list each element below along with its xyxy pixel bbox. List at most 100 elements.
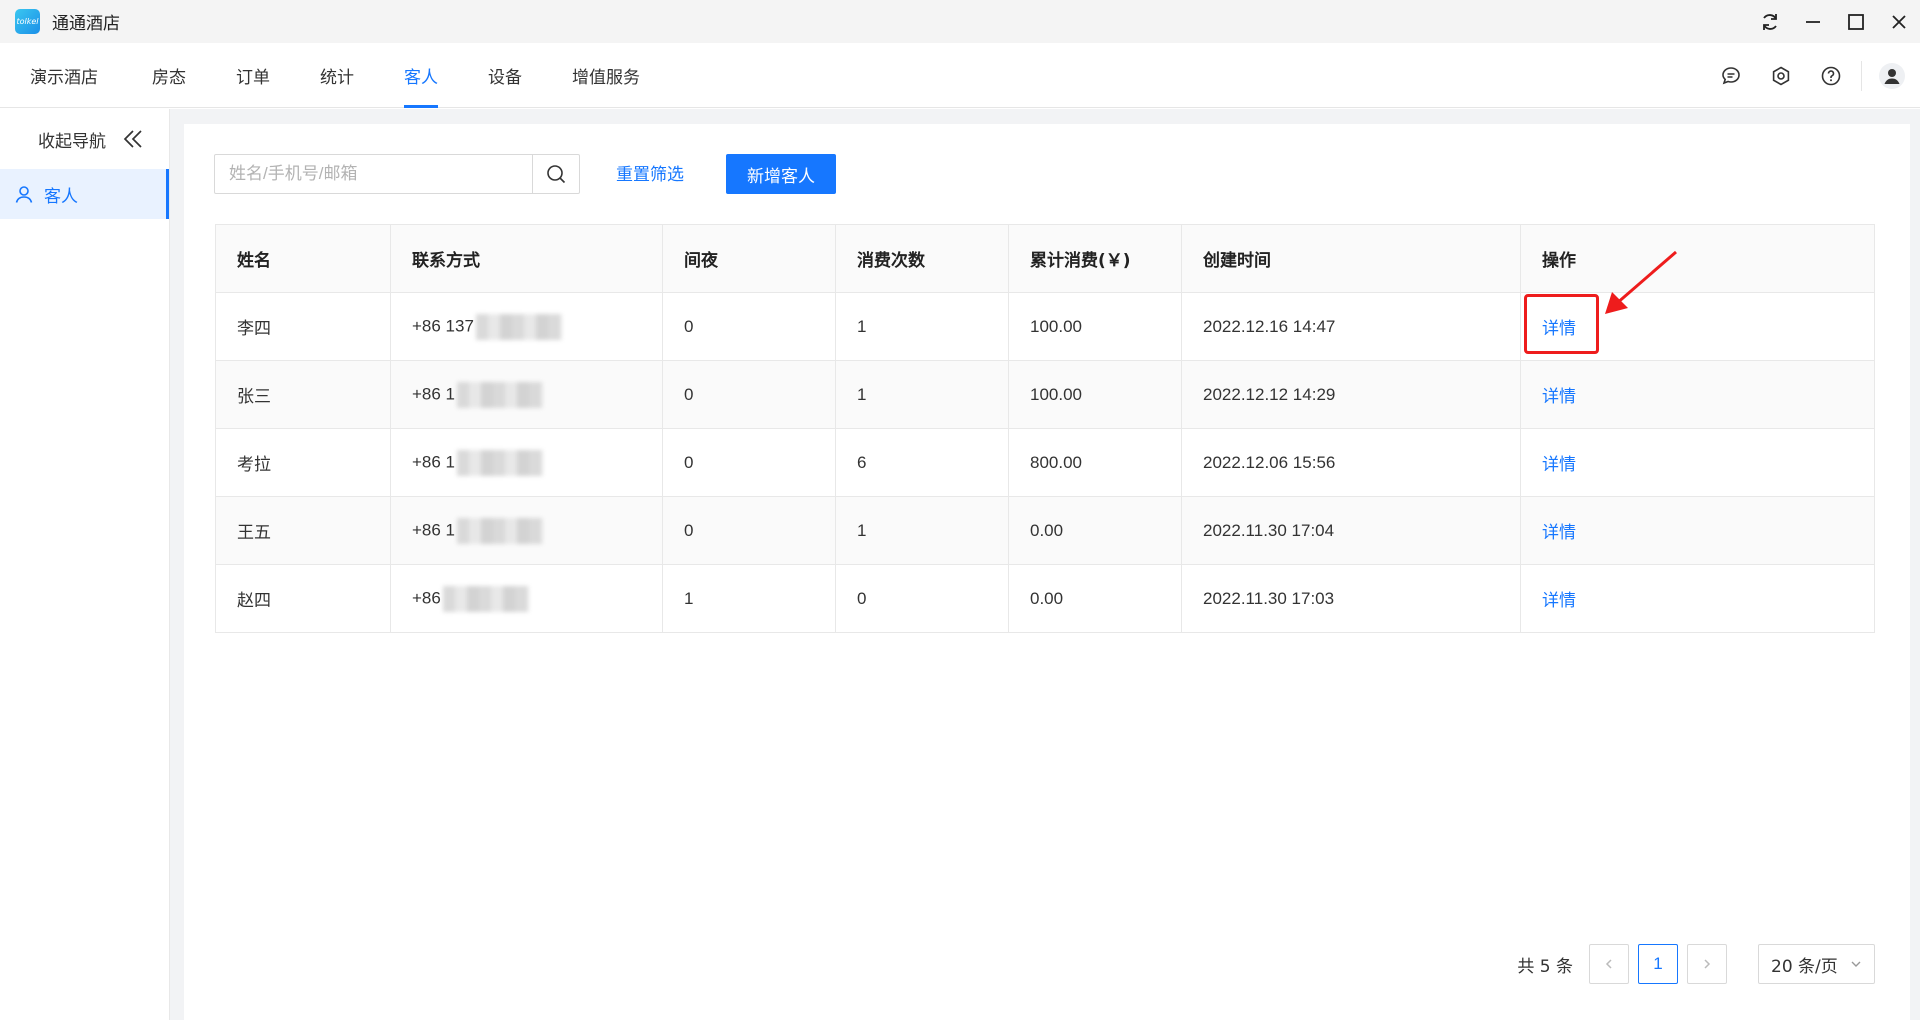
sidebar-item-label: 客人 bbox=[44, 186, 78, 207]
contact-text: +86 137 bbox=[412, 315, 474, 335]
cell-nights: 0 bbox=[662, 360, 836, 429]
column-header-contact: 联系方式 bbox=[390, 224, 663, 293]
chevron-down-icon bbox=[1851, 961, 1861, 967]
cell-visits: 1 bbox=[835, 496, 1009, 565]
app-logo-text: tolkel bbox=[16, 17, 39, 26]
column-header-action: 操作 bbox=[1520, 224, 1875, 293]
cell-contact: +86 137 bbox=[390, 292, 663, 361]
cell-created: 2022.11.30 17:03 bbox=[1181, 564, 1521, 633]
menu-item-guests[interactable]: 客人 bbox=[404, 43, 438, 108]
chevron-left-icon bbox=[1605, 959, 1612, 969]
maximize-icon[interactable] bbox=[1834, 0, 1877, 43]
cell-created: 2022.12.12 14:29 bbox=[1181, 360, 1521, 429]
menu-item-value-added[interactable]: 增值服务 bbox=[572, 43, 640, 108]
redacted-mask bbox=[457, 449, 544, 476]
cell-action: 详情 bbox=[1520, 564, 1875, 633]
cell-name: 李四 bbox=[215, 292, 391, 361]
cell-visits: 6 bbox=[835, 428, 1009, 497]
redacted-mask bbox=[457, 381, 544, 408]
annotation-highlight-box bbox=[1524, 294, 1599, 354]
cell-action: 详情 bbox=[1520, 496, 1875, 565]
cell-total-spend: 100.00 bbox=[1008, 360, 1182, 429]
collapse-nav-button[interactable]: 收起导航 bbox=[0, 109, 169, 169]
divider bbox=[1861, 60, 1862, 91]
search-input[interactable] bbox=[215, 155, 532, 193]
table-row: 王五 +86 1 0 1 0.00 2022.11.30 17:04 详情 bbox=[215, 496, 1875, 565]
cell-created: 2022.11.30 17:04 bbox=[1181, 496, 1521, 565]
cell-nights: 0 bbox=[662, 496, 836, 565]
page-size-select[interactable]: 20 条/页 bbox=[1758, 944, 1875, 984]
menu-item-orders[interactable]: 订单 bbox=[236, 43, 270, 108]
refresh-icon[interactable] bbox=[1748, 0, 1791, 43]
next-page-button[interactable] bbox=[1687, 944, 1727, 984]
menu-item-devices[interactable]: 设备 bbox=[488, 43, 522, 108]
reset-filter-link[interactable]: 重置筛选 bbox=[616, 160, 684, 185]
contact-text: +86 bbox=[412, 587, 441, 607]
table-row: 考拉 +86 1 0 6 800.00 2022.12.06 15:56 详情 bbox=[215, 428, 1875, 497]
sidebar-item-guests[interactable]: 客人 bbox=[0, 169, 169, 219]
cell-nights: 0 bbox=[662, 428, 836, 497]
app-logo: tolkel bbox=[15, 9, 40, 34]
avatar-icon[interactable] bbox=[1878, 62, 1906, 90]
top-right-icons bbox=[1717, 43, 1920, 108]
cell-visits: 0 bbox=[835, 564, 1009, 633]
cell-name: 考拉 bbox=[215, 428, 391, 497]
search-box bbox=[214, 154, 580, 194]
redacted-mask bbox=[442, 585, 529, 612]
column-header-name: 姓名 bbox=[215, 224, 391, 293]
cell-created: 2022.12.16 14:47 bbox=[1181, 292, 1521, 361]
title-bar: tolkel 通通酒店 bbox=[0, 0, 1920, 43]
cell-nights: 0 bbox=[662, 292, 836, 361]
sidebar: 收起导航 客人 bbox=[0, 109, 170, 1020]
help-icon[interactable] bbox=[1817, 62, 1845, 90]
redacted-mask bbox=[457, 517, 544, 544]
detail-link[interactable]: 详情 bbox=[1542, 455, 1576, 474]
cell-nights: 1 bbox=[662, 564, 836, 633]
contact-text: +86 1 bbox=[412, 451, 456, 471]
detail-link[interactable]: 详情 bbox=[1542, 523, 1576, 542]
detail-link[interactable]: 详情 bbox=[1542, 591, 1576, 610]
menu-item-room-status[interactable]: 房态 bbox=[152, 43, 186, 108]
page-number-button[interactable]: 1 bbox=[1638, 944, 1678, 984]
add-guest-button[interactable]: 新增客人 bbox=[726, 154, 836, 194]
settings-icon[interactable] bbox=[1767, 62, 1795, 90]
close-icon[interactable] bbox=[1877, 0, 1920, 43]
prev-page-button[interactable] bbox=[1589, 944, 1629, 984]
app-title: 通通酒店 bbox=[52, 14, 120, 34]
table-row: 赵四 +86 1 0 0.00 2022.11.30 17:03 详情 bbox=[215, 564, 1875, 633]
menu-item-hotel[interactable]: 演示酒店 bbox=[30, 43, 98, 108]
cell-total-spend: 800.00 bbox=[1008, 428, 1182, 497]
cell-action: 详情 bbox=[1520, 428, 1875, 497]
search-button[interactable] bbox=[532, 155, 579, 193]
message-icon[interactable] bbox=[1717, 62, 1745, 90]
minimize-icon[interactable] bbox=[1791, 0, 1834, 43]
cell-contact: +86 1 bbox=[390, 360, 663, 429]
menu-item-statistics[interactable]: 统计 bbox=[320, 43, 354, 108]
cell-name: 赵四 bbox=[215, 564, 391, 633]
pagination: 共 5 条 1 20 条/页 bbox=[1517, 944, 1875, 984]
annotation-arrow-icon bbox=[1605, 250, 1677, 314]
cell-action: 详情 bbox=[1520, 360, 1875, 429]
page-size-value: 20 条/页 bbox=[1771, 956, 1838, 977]
column-header-total-spend: 累计消费(￥) bbox=[1008, 224, 1182, 293]
detail-link[interactable]: 详情 bbox=[1542, 387, 1576, 406]
cell-name: 张三 bbox=[215, 360, 391, 429]
cell-contact: +86 bbox=[390, 564, 663, 633]
double-chevron-left-icon bbox=[122, 128, 144, 150]
column-header-created: 创建时间 bbox=[1181, 224, 1521, 293]
cell-total-spend: 0.00 bbox=[1008, 496, 1182, 565]
cell-contact: +86 1 bbox=[390, 428, 663, 497]
table-row: 张三 +86 1 0 1 100.00 2022.12.12 14:29 详情 bbox=[215, 360, 1875, 429]
cell-total-spend: 0.00 bbox=[1008, 564, 1182, 633]
chevron-right-icon bbox=[1704, 959, 1711, 969]
contact-text: +86 1 bbox=[412, 383, 456, 403]
cell-created: 2022.12.06 15:56 bbox=[1181, 428, 1521, 497]
cell-total-spend: 100.00 bbox=[1008, 292, 1182, 361]
column-header-nights: 间夜 bbox=[662, 224, 836, 293]
window-controls bbox=[1748, 0, 1920, 43]
column-header-visits: 消费次数 bbox=[835, 224, 1009, 293]
main-menu: 演示酒店 房态 订单 统计 客人 设备 增值服务 bbox=[0, 43, 1920, 108]
cell-contact: +86 1 bbox=[390, 496, 663, 565]
redacted-mask bbox=[475, 313, 562, 340]
search-icon bbox=[547, 165, 566, 184]
